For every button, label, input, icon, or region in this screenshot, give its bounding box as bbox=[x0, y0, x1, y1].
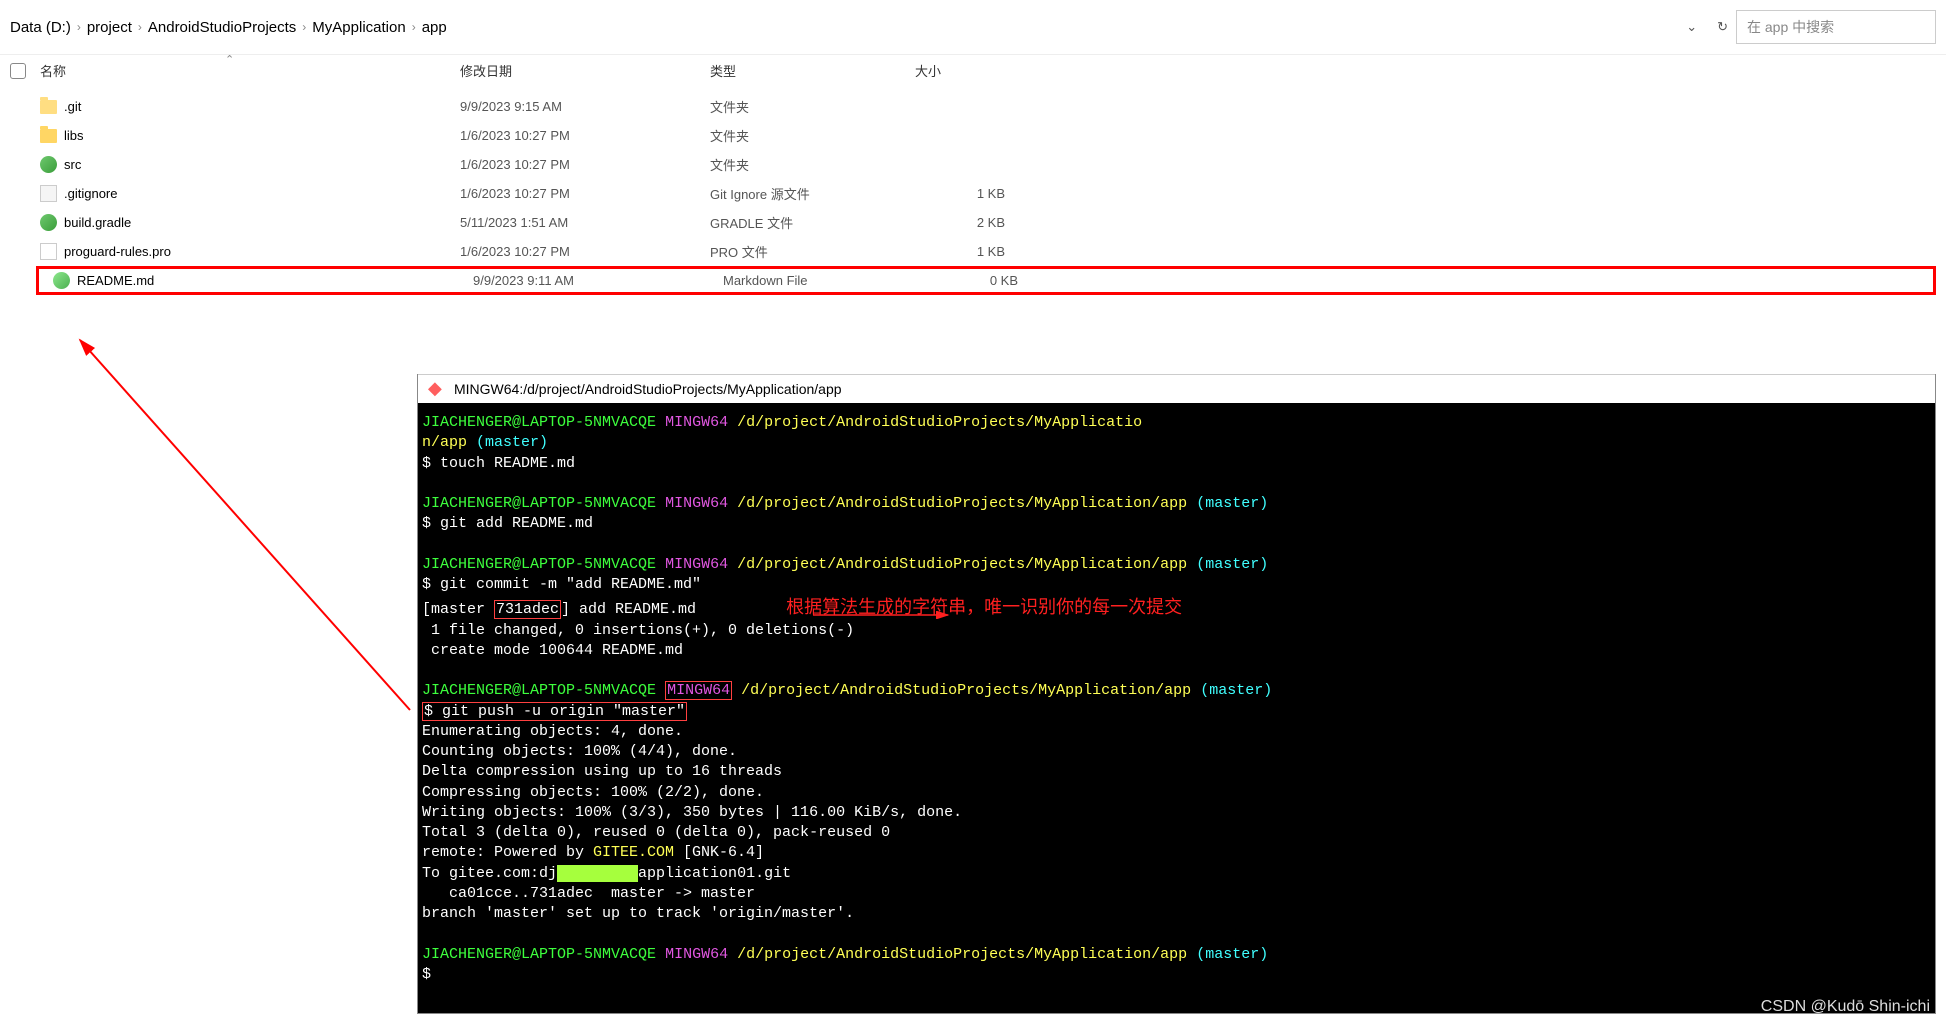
folder-icon bbox=[40, 129, 57, 143]
file-row[interactable]: proguard-rules.pro1/6/2023 10:27 PMPRO 文… bbox=[0, 237, 1946, 266]
chevron-right-icon: › bbox=[138, 20, 142, 34]
file-type: 文件夹 bbox=[710, 126, 915, 145]
file-name: libs bbox=[64, 128, 460, 143]
file-name: .gitignore bbox=[64, 186, 460, 201]
breadcrumb[interactable]: Data (D:) › project › AndroidStudioProject… bbox=[10, 19, 1686, 36]
file-type: PRO 文件 bbox=[710, 242, 915, 261]
file-name: README.md bbox=[77, 273, 473, 288]
column-name[interactable]: 名称 bbox=[40, 61, 460, 80]
file-type: 文件夹 bbox=[710, 97, 915, 116]
file-size: 0 KB bbox=[928, 273, 1028, 288]
file-size: 1 KB bbox=[915, 186, 1015, 201]
file-type: 文件夹 bbox=[710, 155, 915, 174]
breadcrumb-item[interactable]: app bbox=[422, 19, 447, 36]
file-date: 9/9/2023 9:15 AM bbox=[460, 99, 710, 114]
breadcrumb-item[interactable]: AndroidStudioProjects bbox=[148, 19, 296, 36]
file-row[interactable]: README.md9/9/2023 9:11 AMMarkdown File0 … bbox=[36, 266, 1936, 295]
terminal-content[interactable]: JIACHENGER@LAPTOP-5NMVACQE MINGW64 /d/pr… bbox=[418, 403, 1935, 995]
file-date: 1/6/2023 10:27 PM bbox=[460, 157, 710, 172]
file-name: .git bbox=[64, 99, 460, 114]
file-type: Git Ignore 源文件 bbox=[710, 184, 915, 203]
git-bash-icon bbox=[428, 380, 446, 398]
file-name: build.gradle bbox=[64, 215, 460, 230]
file-size: 1 KB bbox=[915, 244, 1015, 259]
chevron-right-icon: › bbox=[412, 20, 416, 34]
terminal-title: MINGW64:/d/project/AndroidStudioProjects… bbox=[454, 381, 842, 397]
file-type: Markdown File bbox=[723, 273, 928, 288]
annotation-arrow bbox=[70, 330, 430, 720]
chevron-right-icon: › bbox=[302, 20, 306, 34]
gradle-icon bbox=[40, 214, 57, 231]
column-date[interactable]: 修改日期 bbox=[460, 61, 710, 80]
refresh-icon[interactable]: ↻ bbox=[1717, 19, 1728, 35]
breadcrumb-item[interactable]: MyApplication bbox=[312, 19, 405, 36]
watermark: CSDN @Kudō Shin-ichi bbox=[1761, 998, 1930, 1016]
file-date: 5/11/2023 1:51 AM bbox=[460, 215, 710, 230]
file-date: 1/6/2023 10:27 PM bbox=[460, 128, 710, 143]
file-row[interactable]: src1/6/2023 10:27 PM文件夹 bbox=[0, 150, 1946, 179]
file-row[interactable]: .git9/9/2023 9:15 AM文件夹 bbox=[0, 92, 1946, 121]
breadcrumb-item[interactable]: project bbox=[87, 19, 132, 36]
file-row[interactable]: .gitignore1/6/2023 10:27 PMGit Ignore 源文… bbox=[0, 179, 1946, 208]
file-list: .git9/9/2023 9:15 AM文件夹libs1/6/2023 10:2… bbox=[0, 90, 1946, 297]
md-icon bbox=[53, 272, 70, 289]
select-all-checkbox[interactable] bbox=[10, 63, 26, 79]
file-date: 1/6/2023 10:27 PM bbox=[460, 186, 710, 201]
chevron-down-icon[interactable]: ⌄ bbox=[1686, 19, 1697, 35]
terminal-window: MINGW64:/d/project/AndroidStudioProjects… bbox=[417, 374, 1936, 1014]
file-date: 1/6/2023 10:27 PM bbox=[460, 244, 710, 259]
column-headers: ⌃ 名称 修改日期 类型 大小 bbox=[0, 55, 1946, 90]
header-actions: ⌄ ↻ bbox=[1686, 19, 1728, 35]
file-row[interactable]: build.gradle5/11/2023 1:51 AMGRADLE 文件2 … bbox=[0, 208, 1946, 237]
terminal-title-bar[interactable]: MINGW64:/d/project/AndroidStudioProjects… bbox=[418, 374, 1935, 403]
pro-icon bbox=[40, 243, 57, 260]
src-icon bbox=[40, 156, 57, 173]
file-size: 2 KB bbox=[915, 215, 1015, 230]
column-size[interactable]: 大小 bbox=[915, 61, 1015, 80]
sort-indicator-icon: ⌃ bbox=[225, 53, 234, 66]
gitignore-icon bbox=[40, 185, 57, 202]
column-type[interactable]: 类型 bbox=[710, 61, 915, 80]
explorer-header: Data (D:) › project › AndroidStudioProject… bbox=[0, 0, 1946, 55]
file-name: proguard-rules.pro bbox=[64, 244, 460, 259]
file-type: GRADLE 文件 bbox=[710, 213, 915, 232]
breadcrumb-item[interactable]: Data (D:) bbox=[10, 19, 71, 36]
chevron-right-icon: › bbox=[77, 20, 81, 34]
file-row[interactable]: libs1/6/2023 10:27 PM文件夹 bbox=[0, 121, 1946, 150]
file-date: 9/9/2023 9:11 AM bbox=[473, 273, 723, 288]
file-name: src bbox=[64, 157, 460, 172]
search-input[interactable]: 在 app 中搜索 bbox=[1736, 10, 1936, 44]
folder-hidden-icon bbox=[40, 100, 57, 114]
